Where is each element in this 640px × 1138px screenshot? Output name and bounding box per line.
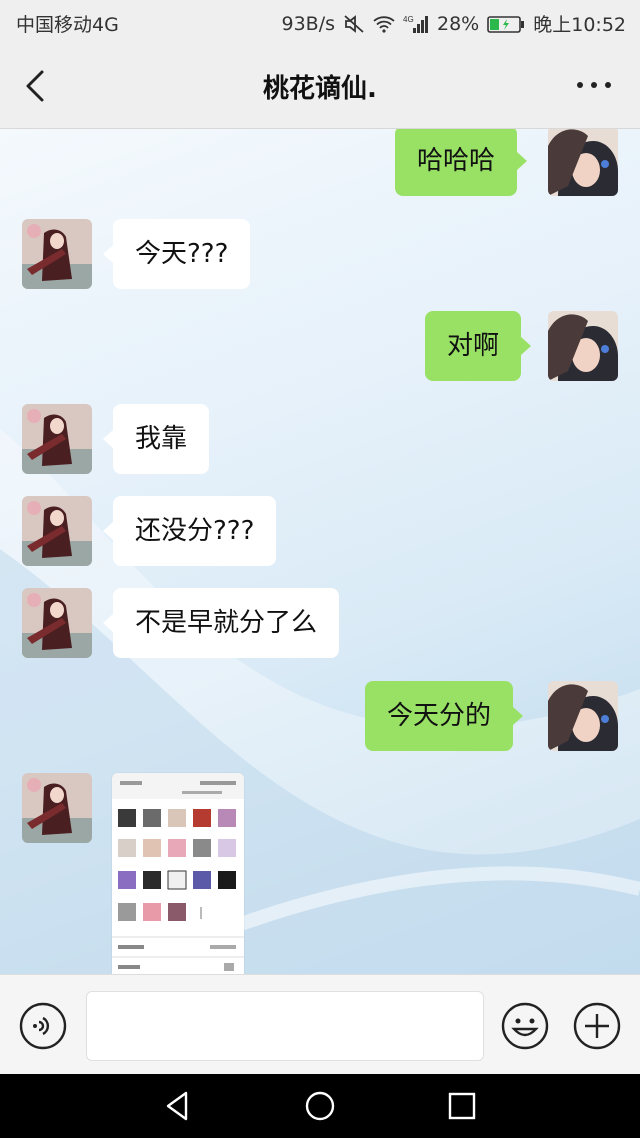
- battery-percent: 28%: [437, 12, 480, 35]
- contact-avatar[interactable]: [22, 773, 92, 843]
- image-message[interactable]: [112, 773, 244, 974]
- signal-icon: 4G: [403, 15, 428, 33]
- svg-text:4G: 4G: [403, 15, 414, 24]
- message-input[interactable]: [86, 991, 484, 1061]
- wifi-icon: [373, 15, 395, 33]
- message-bubble-mine[interactable]: 对啊: [425, 311, 532, 381]
- nav-back-icon[interactable]: [160, 1088, 196, 1124]
- plus-icon[interactable]: [572, 1001, 622, 1051]
- mute-icon: [344, 14, 364, 33]
- more-icon[interactable]: [572, 70, 616, 100]
- nav-recent-icon[interactable]: [444, 1088, 480, 1124]
- message-bubble-contact[interactable]: 不是早就分了么: [102, 588, 340, 658]
- message-bubble-mine[interactable]: 今天分的: [365, 681, 524, 751]
- message-bubble-contact[interactable]: 还没分???: [102, 496, 277, 566]
- contact-avatar[interactable]: [22, 588, 92, 658]
- system-nav-bar: [0, 1074, 640, 1138]
- my-avatar[interactable]: [548, 681, 618, 751]
- my-avatar[interactable]: [548, 311, 618, 381]
- status-bar: 中国移动4G 93B/s 4G 28% 晚上10:52: [0, 0, 640, 44]
- net-speed: 93B/s: [281, 12, 335, 35]
- chat-title: 桃花谪仙.: [263, 74, 377, 104]
- clock: 晚上10:52: [533, 14, 626, 36]
- message-bubble-mine[interactable]: 哈哈哈: [395, 129, 528, 196]
- my-avatar[interactable]: [548, 129, 618, 196]
- contact-avatar[interactable]: [22, 219, 92, 289]
- emoji-icon[interactable]: [500, 1001, 550, 1051]
- message-bubble-contact[interactable]: 今天???: [102, 219, 251, 289]
- wallpaper-wave: [0, 429, 640, 974]
- battery-icon: [487, 15, 525, 33]
- message-bubble-contact[interactable]: 我靠: [102, 404, 210, 474]
- contact-avatar[interactable]: [22, 496, 92, 566]
- carrier-label: 中国移动4G: [16, 14, 119, 36]
- contact-avatar[interactable]: [22, 404, 92, 474]
- voice-icon[interactable]: [18, 1001, 68, 1051]
- chat-header: 桃花谪仙.: [0, 44, 640, 129]
- status-indicators: 93B/s 4G 28% 晚上10:52: [281, 10, 626, 37]
- nav-home-icon[interactable]: [302, 1088, 338, 1124]
- input-bar: [0, 974, 640, 1075]
- chat-area[interactable]: 哈哈哈 今天??? 对啊 我靠 还没分??? 不是早就分了么 今天分的: [0, 129, 640, 974]
